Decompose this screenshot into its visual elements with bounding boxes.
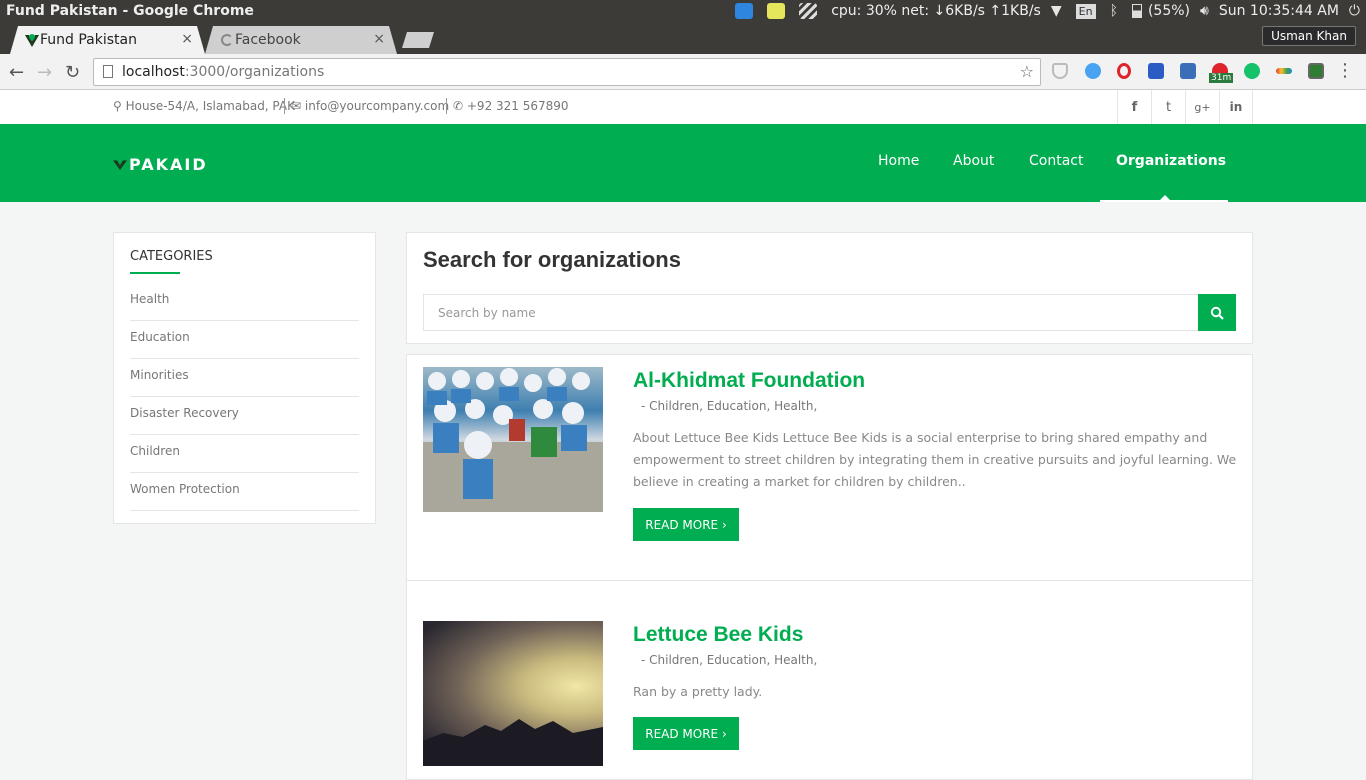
organization-categories: - Children, Education, Health, (641, 653, 818, 667)
search-icon (1210, 306, 1224, 320)
organization-name[interactable]: Al-Khidmat Foundation (633, 369, 865, 393)
twitter-icon[interactable]: t (1151, 90, 1185, 124)
contact-info-bar: ⚲ House-54/A, Islamabad, PAK ✉ info@your… (0, 90, 1366, 124)
tools-extension-icon[interactable] (1085, 63, 1101, 79)
os-top-bar: Fund Pakistan - Google Chrome cpu: 30% n… (0, 0, 1366, 24)
tab-facebook[interactable]: Facebook × (205, 26, 397, 54)
power-icon[interactable]: ⏻ (1349, 3, 1360, 19)
facebook-icon[interactable]: f (1117, 90, 1151, 124)
back-arrow-icon[interactable]: ← (9, 62, 24, 83)
divider (446, 98, 447, 114)
active-nav-caret (1160, 195, 1170, 200)
nav-about[interactable]: About (953, 153, 994, 169)
map-marker-icon: ⚲ (113, 99, 126, 113)
stripes-app-icon[interactable] (799, 3, 818, 19)
organization-image (423, 367, 603, 512)
read-more-button[interactable]: READ MORE › (633, 717, 739, 750)
phone-info: ✆ +92 321 567890 (453, 99, 569, 113)
tab-strip: Fund Pakistan × Facebook × Usman Khan (0, 24, 1366, 54)
categories-title: CATEGORIES (130, 249, 213, 264)
battery-percent: (55%) (1147, 3, 1191, 19)
nav-organizations[interactable]: Organizations (1116, 153, 1226, 169)
clock[interactable]: Sun 10:35:44 AM (1219, 3, 1339, 19)
logo-leaf-icon (113, 160, 127, 170)
category-minorities[interactable]: Minorities (130, 359, 359, 397)
category-health[interactable]: Health (130, 283, 359, 321)
linkedin-icon[interactable]: in (1219, 90, 1253, 124)
tab-label: Facebook (235, 32, 301, 48)
tab-fund-pakistan[interactable]: Fund Pakistan × (10, 26, 205, 54)
nav-home[interactable]: Home (878, 153, 919, 169)
menu-dots-icon[interactable]: ⋮ (1336, 60, 1354, 81)
mountain-sunset-photo (423, 719, 603, 766)
opera-extension-icon[interactable] (1117, 63, 1131, 79)
battery-icon[interactable] (1131, 4, 1142, 18)
organization-categories: - Children, Education, Health, (641, 399, 818, 413)
reload-icon[interactable]: ↻ (65, 62, 80, 83)
category-women-protection[interactable]: Women Protection (130, 473, 359, 511)
window-extension-icon[interactable] (1148, 63, 1164, 79)
bluetooth-icon[interactable]: ᛒ (1110, 3, 1118, 19)
system-tray: cpu: 30% net: ↓6KB/s ↑1KB/s ▼ En ᛒ (55%)… (735, 3, 1360, 19)
site-logo[interactable]: PAKAID (113, 155, 208, 174)
categories-sidebar: CATEGORIES Health Education Minorities D… (113, 232, 376, 524)
wifi-icon[interactable]: ▼ (1051, 3, 1062, 19)
tab-label: Fund Pakistan (40, 32, 137, 48)
email-info[interactable]: ✉ info@yourcompany.com (291, 99, 449, 113)
close-icon[interactable]: × (181, 31, 193, 47)
close-icon[interactable]: × (373, 31, 385, 47)
window-title: Fund Pakistan - Google Chrome (6, 3, 254, 19)
category-disaster-recovery[interactable]: Disaster Recovery (130, 397, 359, 435)
forward-arrow-icon[interactable]: → (37, 62, 52, 83)
address-bar[interactable]: localhost:3000/organizations ☆ (93, 58, 1041, 86)
active-nav-underline (1100, 200, 1228, 202)
phone-icon: ✆ (453, 99, 467, 113)
organization-description: About Lettuce Bee Kids Lettuce Bee Kids … (633, 430, 1237, 489)
organization-card: Al-Khidmat Foundation - Children, Educat… (406, 354, 1253, 581)
title-underline (130, 272, 180, 274)
shield-extension-icon[interactable] (1052, 63, 1068, 79)
search-button[interactable] (1198, 294, 1236, 331)
organization-card: Lettuce Bee Kids - Children, Education, … (406, 580, 1253, 780)
children-photo (423, 368, 603, 512)
url-path: :3000/organizations (184, 64, 325, 80)
envelope-icon: ✉ (291, 99, 305, 113)
nav-contact[interactable]: Contact (1029, 153, 1083, 169)
divider (284, 98, 285, 114)
address-info: ⚲ House-54/A, Islamabad, PAK (113, 99, 295, 113)
search-panel: Search for organizations (406, 232, 1253, 344)
grammarly-extension-icon[interactable] (1244, 63, 1260, 79)
organization-name[interactable]: Lettuce Bee Kids (633, 623, 803, 647)
search-title: Search for organizations (423, 247, 681, 272)
page-icon (103, 65, 113, 78)
organization-image (423, 621, 603, 766)
bookmark-star-icon[interactable]: ☆ (1020, 62, 1034, 81)
google-plus-icon[interactable]: g+ (1185, 90, 1219, 124)
browser-toolbar: ← → ↻ localhost:3000/organizations ☆ 31m… (0, 54, 1366, 90)
keyboard-language[interactable]: En (1075, 3, 1096, 19)
rainbow-extension-icon[interactable] (1276, 68, 1292, 74)
timer-badge: 31m (1209, 73, 1234, 83)
profile-button[interactable]: Usman Khan (1262, 26, 1356, 46)
save-extension-icon[interactable] (1180, 63, 1196, 79)
sticky-notes-icon[interactable] (767, 3, 786, 19)
read-more-button[interactable]: READ MORE › (633, 508, 739, 541)
url-host: localhost (122, 64, 185, 80)
category-children[interactable]: Children (130, 435, 359, 473)
system-monitor: cpu: 30% net: ↓6KB/s ↑1KB/s (831, 3, 1041, 19)
organization-description: Ran by a pretty lady. (633, 684, 763, 699)
loading-icon (221, 34, 233, 46)
screen-extension-icon[interactable] (1308, 63, 1324, 79)
volume-icon[interactable]: 🔊︎ (1200, 3, 1209, 19)
new-tab-button[interactable] (402, 32, 434, 48)
pakaid-favicon-icon (24, 32, 40, 48)
teamviewer-icon[interactable] (735, 3, 754, 19)
site-header: PAKAID Home About Contact Organizations (0, 124, 1366, 202)
category-education[interactable]: Education (130, 321, 359, 359)
search-input[interactable] (423, 294, 1199, 331)
